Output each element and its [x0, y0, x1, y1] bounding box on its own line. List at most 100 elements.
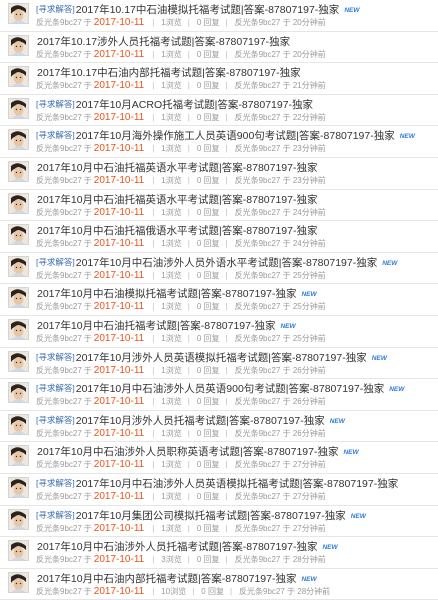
thread-title-link[interactable]: 2017年10月中石油托福英语水平考试题|答案-87807197-独家 [37, 194, 317, 206]
thread-author[interactable]: 反光条9bc27 [36, 50, 82, 59]
thread-author[interactable]: 反光条9bc27 [36, 302, 82, 311]
last-reply[interactable]: 反光条9bc27 于 24分钟前 [235, 239, 326, 248]
thread-row[interactable]: [寻求解答]2017年10月集团公司模拟托福考试题|答案-87807197-独家… [0, 505, 438, 538]
thread-row[interactable]: 2017年10月中石油模拟托福考试题|答案-87807197-独家 NEW 反光条9… [0, 284, 438, 316]
thread-title-link[interactable]: 2017年10月涉外人员英语模拟托福考试题|答案-87807197-独家 [76, 352, 367, 364]
thread-author[interactable]: 反光条9bc27 [36, 271, 82, 280]
thread-title-link[interactable]: 2017年10月中石油模拟托福考试题|答案-87807197-独家 [37, 288, 296, 300]
thread-tag[interactable]: [寻求解答] [36, 478, 75, 488]
last-reply[interactable]: 反光条9bc27 于 21分钟前 [235, 81, 326, 90]
thread-title-link[interactable]: 2017年10月集团公司模拟托福考试题|答案-87807197-独家 [76, 510, 346, 522]
user-avatar-icon[interactable] [8, 287, 29, 309]
user-avatar-icon[interactable] [8, 192, 29, 214]
user-avatar-icon[interactable] [8, 3, 29, 24]
user-avatar-icon[interactable] [8, 34, 29, 56]
thread-row[interactable]: [寻求解答]2017年10月涉外人员英语模拟托福考试题|答案-87807197-… [0, 347, 438, 380]
user-avatar-icon[interactable] [8, 318, 29, 340]
thread-author[interactable]: 反光条9bc27 [36, 492, 82, 501]
last-reply[interactable]: 反光条9bc27 于 22分钟前 [235, 113, 326, 122]
thread-author[interactable]: 反光条9bc27 [36, 208, 82, 217]
last-reply[interactable]: 反光条9bc27 于 26分钟前 [235, 366, 326, 375]
thread-tag[interactable]: [寻求解答] [36, 352, 75, 362]
thread-row[interactable]: 2017年10月中石油涉外人员职称英语考试题|答案-87807197-独家 NEW… [0, 442, 438, 474]
thread-author[interactable]: 反光条9bc27 [36, 429, 82, 438]
last-reply[interactable]: 反光条9bc27 于 20分钟前 [235, 18, 326, 27]
last-reply[interactable]: 反光条9bc27 于 24分钟前 [235, 208, 326, 217]
user-avatar-icon[interactable] [8, 476, 29, 498]
thread-row[interactable]: 2017年10月中石油托福俄语水平考试题|答案-87807197-独家 反光条9b… [0, 221, 438, 253]
thread-row[interactable]: [寻求解答]2017年10月中石油涉外人员外语水平考试题|答案-87807197… [0, 252, 438, 285]
user-avatar-icon[interactable] [8, 382, 29, 404]
thread-author[interactable]: 反光条9bc27 [36, 81, 82, 90]
thread-title-link[interactable]: 2017年10月ACRO托福考试题|答案-87807197-独家 [76, 99, 313, 111]
thread-title-link[interactable]: 2017年10月海外操作施工人员英语900句考试题|答案-87807197-独家 [76, 130, 395, 142]
thread-title-link[interactable]: 2017年10.17中石油模拟托福考试题|答案-87807197-独家 [76, 4, 340, 16]
user-avatar-icon[interactable] [8, 160, 29, 182]
thread-title-link[interactable]: 2017年10.17涉外人员托福考试题|答案-87807197-独家 [37, 36, 290, 48]
user-avatar-icon[interactable] [8, 66, 29, 88]
last-reply[interactable]: 反光条9bc27 于 27分钟前 [235, 460, 326, 469]
thread-row[interactable]: [寻求解答]2017年10月ACRO托福考试题|答案-87807197-独家反光… [0, 94, 438, 127]
user-avatar-icon[interactable] [8, 224, 29, 246]
thread-row[interactable]: [寻求解答]2017年10.17中石油模拟托福考试题|答案-87807197-独… [0, 0, 438, 32]
user-avatar-icon[interactable] [8, 540, 29, 562]
last-reply[interactable]: 反光条9bc27 于 26分钟前 [235, 429, 326, 438]
last-reply[interactable]: 反光条9bc27 于 25分钟前 [235, 271, 326, 280]
thread-author[interactable]: 反光条9bc27 [36, 587, 82, 596]
user-avatar-icon[interactable] [8, 129, 29, 151]
thread-author[interactable]: 反光条9bc27 [36, 555, 82, 564]
thread-title-link[interactable]: 2017年10.17中石油内部托福考试题|答案-87807197-独家 [37, 67, 301, 79]
thread-row[interactable]: 2017年10月中石油托福英语水平考试题|答案-87807197-独家 反光条9b… [0, 157, 438, 190]
thread-author[interactable]: 反光条9bc27 [36, 113, 82, 122]
thread-row[interactable]: 2017年10月中石油内部托福考试题|答案-87807197-独家 NEW 反光条9… [0, 568, 438, 600]
thread-row[interactable]: 2017年10.17涉外人员托福考试题|答案-87807197-独家 反光条9bc… [0, 31, 438, 64]
thread-title-link[interactable]: 2017年10月中石油涉外人员英语模拟托福考试题|答案-87807197-独家 [76, 478, 398, 490]
thread-tag[interactable]: [寻求解答] [36, 130, 75, 140]
thread-title-link[interactable]: 2017年10月中石油托福考试题|答案-87807197-独家 [37, 320, 275, 332]
last-reply[interactable]: 反光条9bc27 于 26分钟前 [235, 397, 326, 406]
thread-title-link[interactable]: 2017年10月中石油涉外人员托福考试题|答案-87807197-独家 [37, 541, 317, 553]
user-avatar-icon[interactable] [8, 445, 29, 467]
thread-tag[interactable]: [寻求解答] [36, 383, 75, 393]
thread-author[interactable]: 反光条9bc27 [36, 366, 82, 375]
last-reply[interactable]: 反光条9bc27 于 25分钟前 [235, 334, 326, 343]
thread-tag[interactable]: [寻求解答] [36, 257, 75, 267]
thread-author[interactable]: 反光条9bc27 [36, 18, 82, 27]
thread-author[interactable]: 反光条9bc27 [36, 144, 82, 153]
thread-author[interactable]: 反光条9bc27 [36, 334, 82, 343]
thread-row[interactable]: [寻求解答]2017年10月中石油涉外人员英语900句考试题|答案-878071… [0, 379, 438, 411]
thread-author[interactable]: 反光条9bc27 [36, 239, 82, 248]
thread-author[interactable]: 反光条9bc27 [36, 524, 82, 533]
user-avatar-icon[interactable] [8, 508, 29, 530]
thread-row[interactable]: [寻求解答]2017年10月海外操作施工人员英语900句考试题|答案-87807… [0, 126, 438, 158]
thread-row[interactable]: [寻求解答]2017年10月涉外人员托福考试题|答案-87807197-独家 NE… [0, 410, 438, 443]
thread-row[interactable]: 2017年10.17中石油内部托福考试题|答案-87807197-独家 反光条9b… [0, 63, 438, 95]
last-reply[interactable]: 反光条9bc27 于 27分钟前 [235, 524, 326, 533]
user-avatar-icon[interactable] [8, 350, 29, 372]
thread-tag[interactable]: [寻求解答] [36, 415, 75, 425]
thread-row[interactable]: 2017年10月中石油托福英语水平考试题|答案-87807197-独家 反光条9b… [0, 189, 438, 222]
thread-author[interactable]: 反光条9bc27 [36, 176, 82, 185]
last-reply[interactable]: 反光条9bc27 于 23分钟前 [235, 144, 326, 153]
thread-row[interactable]: 2017年10月中石油托福考试题|答案-87807197-独家 NEW 反光条9bc… [0, 315, 438, 348]
thread-author[interactable]: 反光条9bc27 [36, 460, 82, 469]
last-reply[interactable]: 反光条9bc27 于 28分钟前 [235, 555, 326, 564]
thread-title-link[interactable]: 2017年10月中石油涉外人员外语水平考试题|答案-87807197-独家 [76, 257, 377, 269]
last-reply[interactable]: 反光条9bc27 于 23分钟前 [235, 176, 326, 185]
user-avatar-icon[interactable] [8, 97, 29, 119]
thread-row[interactable]: [寻求解答]2017年10月中石油涉外人员英语模拟托福考试题|答案-878071… [0, 473, 438, 506]
thread-title-link[interactable]: 2017年10月涉外人员托福考试题|答案-87807197-独家 [76, 415, 325, 427]
thread-title-link[interactable]: 2017年10月中石油托福俄语水平考试题|答案-87807197-独家 [37, 225, 317, 237]
thread-title-link[interactable]: 2017年10月中石油涉外人员职称英语考试题|答案-87807197-独家 [37, 446, 338, 458]
thread-title-link[interactable]: 2017年10月中石油涉外人员英语900句考试题|答案-87807197-独家 [76, 383, 385, 395]
last-reply[interactable]: 反光条9bc27 于 20分钟前 [235, 50, 326, 59]
user-avatar-icon[interactable] [8, 571, 29, 593]
last-reply[interactable]: 反光条9bc27 于 25分钟前 [235, 302, 326, 311]
thread-row[interactable]: 2017年10月中石油涉外人员托福考试题|答案-87807197-独家 NEW 反光… [0, 537, 438, 569]
thread-tag[interactable]: [寻求解答] [36, 99, 75, 109]
thread-tag[interactable]: [寻求解答] [36, 4, 75, 14]
user-avatar-icon[interactable] [8, 413, 29, 435]
user-avatar-icon[interactable] [8, 255, 29, 277]
thread-author[interactable]: 反光条9bc27 [36, 397, 82, 406]
thread-title-link[interactable]: 2017年10月中石油内部托福考试题|答案-87807197-独家 [37, 573, 296, 585]
